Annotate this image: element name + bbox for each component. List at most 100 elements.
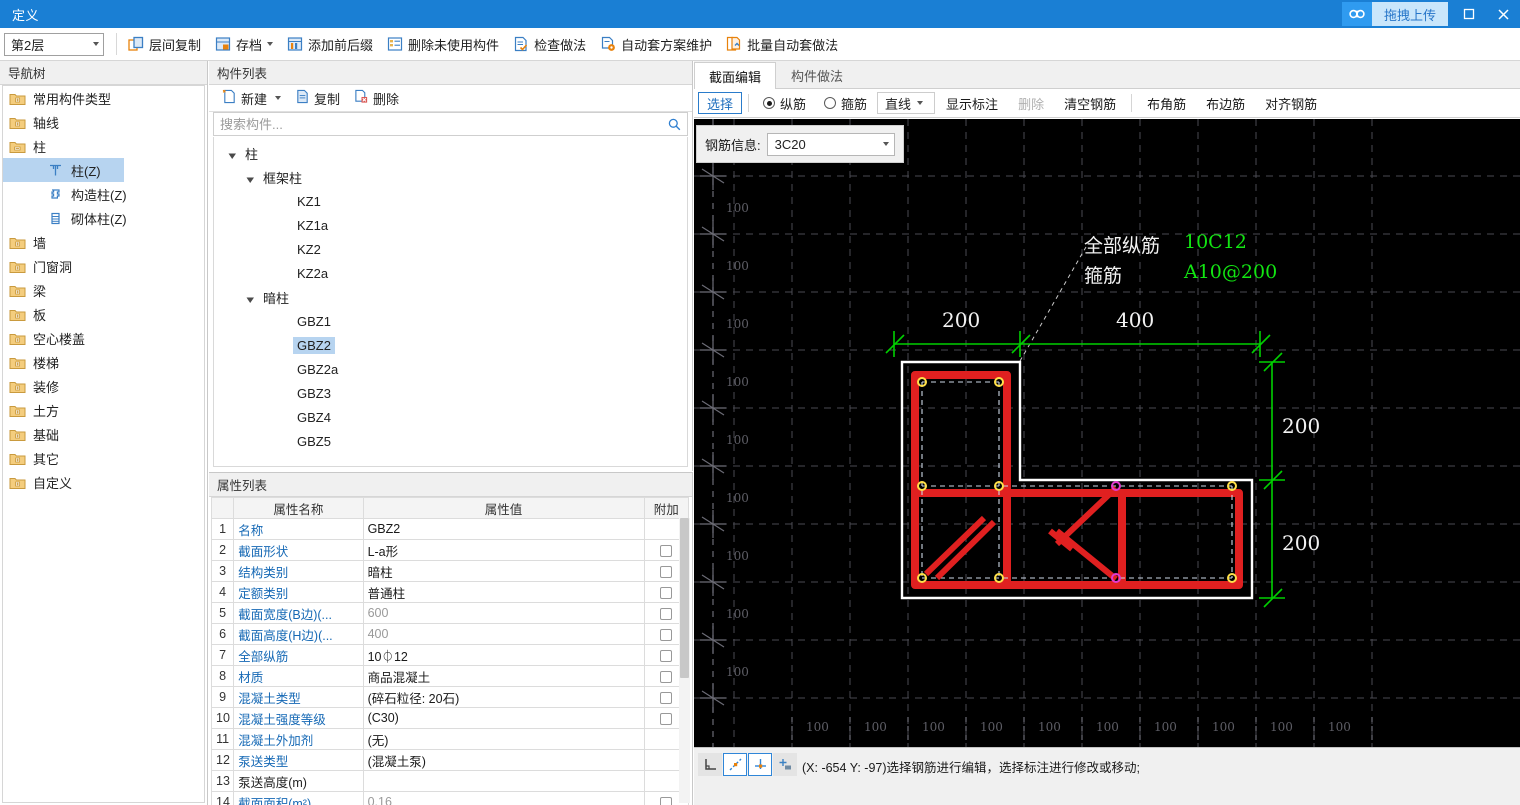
component-tree-item[interactable]: KZ1 xyxy=(214,189,687,213)
property-row-value[interactable]: (混凝土泵) xyxy=(362,749,645,771)
component-tree-item[interactable]: KZ2 xyxy=(214,237,687,261)
property-row-value[interactable]: (C30) xyxy=(362,707,645,729)
search-icon[interactable] xyxy=(662,118,687,131)
sidebar-item-2[interactable]: 柱 xyxy=(3,134,204,158)
sidebar-item-16[interactable]: 自定义 xyxy=(3,470,204,494)
attach-checkbox[interactable] xyxy=(660,691,673,704)
attach-checkbox[interactable] xyxy=(660,670,673,683)
toolbar-item-auto-scheme[interactable]: 自动套方案维护 xyxy=(593,32,719,57)
edge-rebar-button[interactable]: 布边筋 xyxy=(1197,92,1254,114)
property-row-name[interactable]: 截面形状 xyxy=(233,539,364,561)
snap-add-icon[interactable] xyxy=(773,753,797,776)
table-row[interactable]: 14 截面面积(m²) 0.16 xyxy=(211,791,689,805)
property-row-name[interactable]: 全部纵筋 xyxy=(233,644,364,666)
property-row-name[interactable]: 混凝土外加剂 xyxy=(233,728,364,750)
attach-checkbox[interactable] xyxy=(660,544,673,557)
component-tree-item[interactable]: KZ1a xyxy=(214,213,687,237)
property-row-value[interactable]: (碎石粒径: 20石) xyxy=(362,686,645,708)
property-row-value[interactable]: 10⏀12 xyxy=(362,644,645,666)
component-new-button[interactable]: 新建 xyxy=(215,87,288,109)
component-copy-button[interactable]: 复制 xyxy=(288,87,347,109)
canvas-annotation[interactable]: 箍筋 xyxy=(1084,261,1122,288)
table-row[interactable]: 6 截面高度(H边)(... 400 xyxy=(211,623,689,645)
component-tree-item[interactable]: 暗柱 xyxy=(214,285,687,309)
component-tree-item[interactable]: GBZ2a xyxy=(214,357,687,381)
snap-corner-icon[interactable] xyxy=(698,753,722,776)
property-row-name[interactable]: 泵送高度(m) xyxy=(233,770,364,792)
upload-button[interactable]: 拖拽上传 xyxy=(1371,2,1448,26)
attach-checkbox[interactable] xyxy=(660,712,673,725)
canvas-dimension-label[interactable]: 400 xyxy=(1116,308,1154,332)
sidebar-item-14[interactable]: 基础 xyxy=(3,422,204,446)
property-row-name[interactable]: 材质 xyxy=(233,665,364,687)
toolbar-item-copy-between-floors[interactable]: 层间复制 xyxy=(121,32,208,57)
rebar-info-select[interactable]: 3C20 xyxy=(766,132,895,156)
attach-checkbox[interactable] xyxy=(660,649,673,662)
expand-arrow-icon[interactable] xyxy=(246,173,255,183)
property-row-value[interactable]: L-a形 xyxy=(362,539,645,561)
property-row-value[interactable]: 暗柱 xyxy=(362,560,645,582)
sidebar-item-4[interactable]: 构造柱(Z) xyxy=(3,182,204,206)
property-row-value[interactable] xyxy=(362,770,645,792)
property-row-name[interactable]: 泵送类型 xyxy=(233,749,364,771)
expand-arrow-icon[interactable] xyxy=(228,149,237,159)
sidebar-item-12[interactable]: 装修 xyxy=(3,374,204,398)
property-row-value[interactable]: 商品混凝土 xyxy=(362,665,645,687)
sidebar-item-1[interactable]: 轴线 xyxy=(3,110,204,134)
search-input[interactable] xyxy=(214,116,662,132)
property-scrollbar[interactable] xyxy=(679,518,690,803)
sidebar-item-5[interactable]: 砌体柱(Z) xyxy=(3,206,204,230)
property-row-name[interactable]: 定额类别 xyxy=(233,581,364,603)
snap-intersection-icon[interactable] xyxy=(748,753,772,776)
sidebar-item-6[interactable]: 墙 xyxy=(3,230,204,254)
line-mode-select[interactable]: 直线 xyxy=(877,92,936,114)
component-delete-button[interactable]: 删除 xyxy=(347,87,406,109)
component-tree-item[interactable]: GBZ1 xyxy=(214,309,687,333)
property-row-name[interactable]: 截面高度(H边)(... xyxy=(233,623,364,645)
align-rebar-button[interactable]: 对齐钢筋 xyxy=(1256,92,1326,114)
property-row-value[interactable]: (无) xyxy=(362,728,645,750)
radio-stirrup[interactable]: 箍筋 xyxy=(816,94,875,113)
component-tree-item[interactable]: GBZ3 xyxy=(214,381,687,405)
component-search-box[interactable] xyxy=(213,112,688,136)
close-icon[interactable] xyxy=(1486,0,1520,28)
property-row-name[interactable]: 混凝土强度等级 xyxy=(233,707,364,729)
table-row[interactable]: 1 名称 GBZ2 xyxy=(211,518,689,540)
sidebar-item-0[interactable]: 常用构件类型 xyxy=(3,86,204,110)
select-tool-button[interactable]: 选择 xyxy=(698,92,743,114)
section-canvas[interactable]: 钢筋信息: 3C20 全部纵筋 10C12 箍筋 A10@200 200 400… xyxy=(694,119,1520,747)
table-row[interactable]: 3 结构类别 暗柱 xyxy=(211,560,689,582)
table-row[interactable]: 9 混凝土类型 (碎石粒径: 20石) xyxy=(211,686,689,708)
property-row-value[interactable]: 0.16 xyxy=(362,791,645,805)
attach-checkbox[interactable] xyxy=(660,796,673,805)
sidebar-item-13[interactable]: 土方 xyxy=(3,398,204,422)
property-row-name[interactable]: 名称 xyxy=(233,518,364,540)
property-row-value[interactable]: 普通柱 xyxy=(362,581,645,603)
sidebar-item-15[interactable]: 其它 xyxy=(3,446,204,470)
table-row[interactable]: 8 材质 商品混凝土 xyxy=(211,665,689,687)
toolbar-item-archive[interactable]: 存档 xyxy=(208,32,280,57)
table-row[interactable]: 13 泵送高度(m) xyxy=(211,770,689,792)
component-tree-item[interactable]: GBZ2 xyxy=(214,333,687,357)
component-tree-item[interactable]: GBZ4 xyxy=(214,405,687,429)
canvas-annotation[interactable]: 全部纵筋 xyxy=(1084,231,1160,258)
cloud-upload-icon[interactable] xyxy=(1341,2,1372,26)
toolbar-item-add-prefix-suffix[interactable]: 添加前后缀 xyxy=(280,32,380,57)
canvas-dimension-label[interactable]: 200 xyxy=(1282,414,1320,438)
property-row-value[interactable]: GBZ2 xyxy=(362,518,645,540)
sidebar-item-7[interactable]: 门窗洞 xyxy=(3,254,204,278)
sidebar-item-8[interactable]: 梁 xyxy=(3,278,204,302)
property-row-value[interactable]: 600 xyxy=(362,602,645,624)
table-row[interactable]: 2 截面形状 L-a形 xyxy=(211,539,689,561)
property-row-value[interactable]: 400 xyxy=(362,623,645,645)
clear-rebar-button[interactable]: 清空钢筋 xyxy=(1055,92,1125,114)
property-row-name[interactable]: 结构类别 xyxy=(233,560,364,582)
toolbar-item-delete-unused[interactable]: 删除未使用构件 xyxy=(380,32,506,57)
table-row[interactable]: 12 泵送类型 (混凝土泵) xyxy=(211,749,689,771)
property-scrollbar-thumb[interactable] xyxy=(680,518,689,678)
canvas-annotation[interactable]: A10@200 xyxy=(1184,261,1277,283)
property-row-name[interactable]: 混凝土类型 xyxy=(233,686,364,708)
corner-rebar-button[interactable]: 布角筋 xyxy=(1138,92,1195,114)
component-tree[interactable]: 柱框架柱 KZ1 KZ1a KZ2 KZ2a 暗柱 GBZ1 GBZ2 GBZ2a GBZ3 GBZ… xyxy=(213,137,688,467)
attach-checkbox[interactable] xyxy=(660,586,673,599)
